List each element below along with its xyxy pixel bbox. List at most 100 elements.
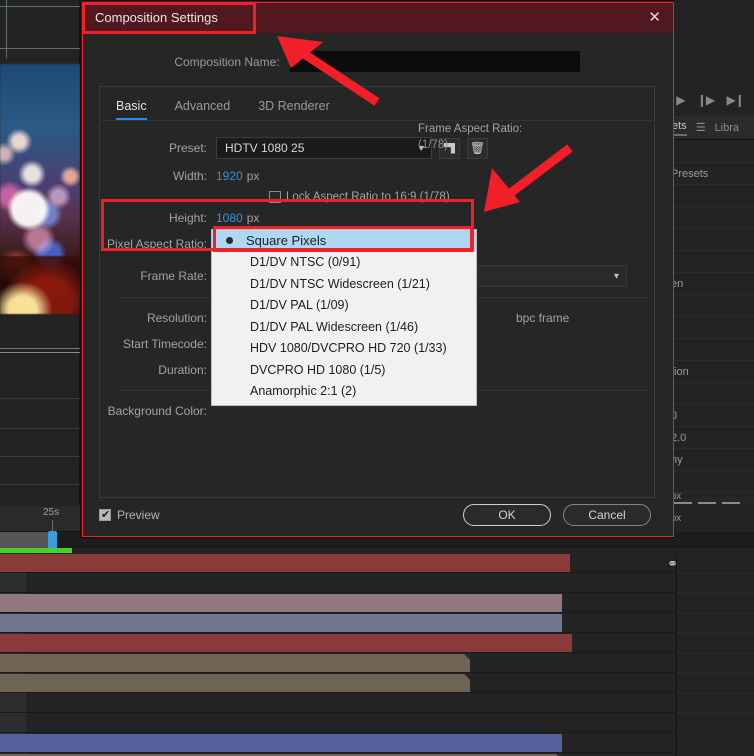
right-panel-row[interactable] [668,317,754,339]
right-panel-row[interactable] [668,207,754,229]
right-panel-row[interactable]: 0 [668,405,754,427]
transport-controls[interactable]: ▶ ❙▶ ▶❙ [670,86,750,114]
width-label: Width: [172,169,207,183]
preview-toggle[interactable]: Preview [99,508,160,522]
preview-checkbox[interactable] [99,508,111,521]
right-panel-row[interactable] [668,185,754,207]
timeline-layer-row[interactable] [0,593,754,613]
timeline-layer-row[interactable] [0,733,754,753]
right-panel-row[interactable] [668,339,754,361]
right-panel-row[interactable] [668,295,754,317]
radio-selected-icon [212,237,246,245]
tab-advanced[interactable]: Advanced [175,99,231,120]
timeline-layer-row[interactable] [0,633,754,653]
dialog-title: Composition Settings [95,9,218,25]
layer-bar[interactable] [0,594,562,612]
right-panel-row[interactable]: tion [668,361,754,383]
lock-aspect-row[interactable]: Lock Aspect Ratio to 16:9 (1/78) [269,187,654,207]
right-panel-row[interactable]: 2.0 [668,427,754,449]
composition-name-input[interactable] [289,51,580,72]
settings-tabs[interactable]: Basic Advanced 3D Renderer [100,87,654,120]
timeline-layer-row[interactable] [0,553,754,573]
close-icon[interactable]: ✕ [648,10,661,25]
viewer-line [0,348,80,349]
viewer-line [0,352,80,353]
preset-value: HDTV 1080 25 [225,141,305,155]
layer-bar[interactable] [0,614,562,632]
ok-button[interactable]: OK [463,504,551,526]
play-end-icon[interactable]: ▶❙ [727,93,745,107]
height-row: Height: 1080 px [100,207,654,229]
right-panel-row[interactable] [668,229,754,251]
right-panel-row[interactable]: en [668,273,754,295]
tab-effects-presets[interactable]: ets [672,120,687,136]
cancel-button[interactable]: Cancel [563,504,651,526]
timeline-panel[interactable]: 25s ⚭ 0 px [0,490,754,756]
dropdown-option[interactable]: D1/DV PAL Widescreen (1/46) [212,316,476,338]
height-value[interactable]: 1080 [216,211,243,225]
dropdown-option[interactable]: D1/DV PAL (1/09) [212,295,476,317]
right-panel-column: ▶ ❙▶ ▶❙ ets ☰ Libra Presets en tion:02.0hy… [668,0,754,581]
pixel-aspect-dropdown-list[interactable]: Square Pixels D1/DV NTSC (0/91) D1/DV NTSC… [211,229,477,406]
timeline-layer-row[interactable] [0,573,754,593]
layer-bar[interactable] [0,654,470,672]
right-panel-row[interactable] [668,141,754,163]
timeline-layer-row[interactable] [0,713,754,733]
dropdown-option-label: DVCPRO HD 1080 (1/5) [250,362,386,377]
lock-aspect-checkbox[interactable] [269,191,281,203]
layer-row-header[interactable] [0,693,26,712]
timeline-layer-row[interactable] [0,613,754,633]
frame-rate-label: Frame Rate: [140,269,207,283]
dropdown-option[interactable]: DVCPRO HD 1080 (1/5) [212,359,476,381]
tab-basic[interactable]: Basic [116,99,147,120]
chevron-down-icon: ▾ [613,270,619,282]
dropdown-option[interactable]: D1/DV NTSC (0/91) [212,252,476,274]
right-panel-row[interactable]: Presets [668,163,754,185]
layer-bar[interactable] [0,634,572,652]
dropdown-option-label: HDV 1080/DVCPRO HD 720 (1/33) [250,341,447,356]
layer-bar[interactable] [0,554,570,572]
dropdown-option[interactable]: Anamorphic 2:1 (2) [212,381,476,403]
height-unit: px [246,211,260,225]
frame-aspect-value: (1/78) [418,139,449,151]
dropdown-option-label: D1/DV PAL Widescreen (1/46) [250,319,419,334]
panel-menu-icon[interactable]: ☰ [696,121,706,134]
dropdown-option[interactable]: HDV 1080/DVCPRO HD 720 (1/33) [212,338,476,360]
composition-name-row: Composition Name: [99,51,655,72]
playhead-marker[interactable] [48,531,57,549]
panel-tab-bar[interactable]: ets ☰ Libra [668,116,754,140]
timeline-right-pane [676,554,754,756]
play-icon[interactable]: ▶ [676,93,685,107]
dialog-title-bar[interactable]: Composition Settings ✕ [81,1,673,33]
timeline-layer-row[interactable] [0,673,754,693]
timeline-layer-row[interactable] [0,693,754,713]
tab-libraries[interactable]: Libra [715,122,739,134]
tab-3d-renderer[interactable]: 3D Renderer [258,99,330,120]
duration-label: Duration: [158,363,207,377]
right-panel-row[interactable] [668,251,754,273]
composition-viewer[interactable] [0,0,80,506]
dropdown-option[interactable]: Square Pixels [212,230,476,252]
dropdown-option[interactable]: D1/DV NTSC Widescreen (1/21) [212,273,476,295]
dialog-buttons: OK Cancel [463,504,651,526]
composition-settings-dialog[interactable]: Composition Settings ✕ Composition Name:… [80,0,674,538]
resolution-note: bpc frame [516,311,570,325]
right-panel-row[interactable]: hy [668,449,754,471]
layer-row-header[interactable] [0,573,26,592]
layer-bar-rows[interactable] [0,553,754,756]
play-step-icon[interactable]: ❙▶ [697,93,715,107]
delete-preset-button[interactable]: 🗑 [467,137,488,159]
playhead-block[interactable] [0,532,48,548]
width-row: Width: 1920 px [100,165,654,187]
trash-icon: 🗑 [469,141,486,155]
lock-aspect-label: Lock Aspect Ratio to 16:9 (1/78) [286,191,450,203]
layer-bar[interactable] [0,674,470,692]
timeline-layer-row[interactable] [0,653,754,673]
viewer-guides [0,0,80,60]
layer-bar[interactable] [0,734,562,752]
layer-row-header[interactable] [0,713,26,732]
pixel-aspect-label: Pixel Aspect Ratio: [106,237,207,251]
right-panel-row[interactable]: : [668,383,754,405]
width-value[interactable]: 1920 [216,169,243,183]
preset-select[interactable]: HDTV 1080 25 ▾ [216,137,432,159]
